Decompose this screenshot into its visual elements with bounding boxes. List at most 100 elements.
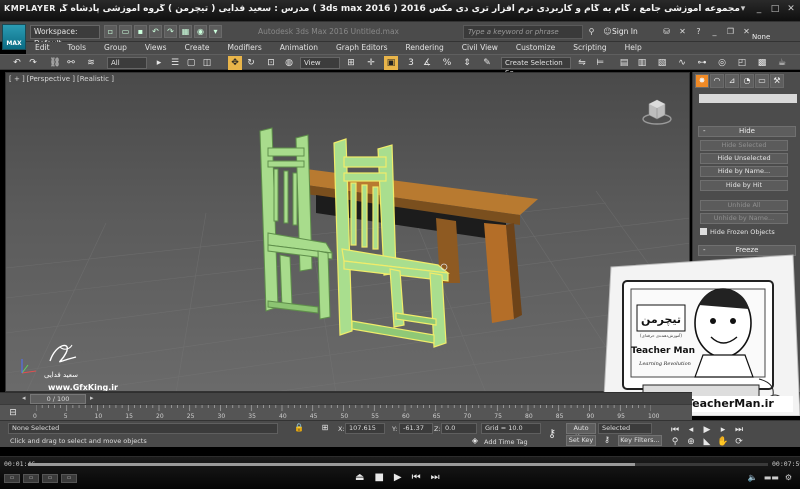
- select-and-move-icon[interactable]: ✥: [228, 56, 242, 70]
- dropdown-icon[interactable]: ▾: [209, 25, 222, 38]
- hide-frozen-checkbox[interactable]: Hide Frozen Objects: [700, 228, 775, 236]
- open-icon[interactable]: ▭: [119, 25, 132, 38]
- mode-button-2[interactable]: ▭: [23, 474, 39, 483]
- utilities-tab-icon[interactable]: ⚒: [770, 74, 784, 88]
- time-slider-thumb[interactable]: 0 / 100: [30, 394, 86, 404]
- viewport-label[interactable]: [ + ] [Perspective ] [Realistic ]: [9, 75, 116, 83]
- close-icon[interactable]: ✕: [786, 4, 796, 14]
- chair-back-model[interactable]: [259, 127, 333, 320]
- display-tab-icon[interactable]: ▭: [755, 74, 769, 88]
- eject-icon[interactable]: ⏏: [355, 472, 364, 484]
- hide-rollout-header[interactable]: - Hide: [698, 126, 796, 137]
- hide-selected-button[interactable]: Hide Selected: [700, 140, 788, 151]
- create-tab-icon[interactable]: ✸: [695, 74, 709, 88]
- menu-rendering[interactable]: Rendering: [396, 42, 452, 54]
- max-app-button[interactable]: MAX: [2, 24, 26, 50]
- unlink-icon[interactable]: ⚯: [64, 56, 78, 70]
- prev-frame-icon[interactable]: ◂: [22, 394, 26, 402]
- project-icon[interactable]: ▦: [179, 25, 192, 38]
- seek-bar[interactable]: [28, 463, 768, 466]
- angle-snap-icon[interactable]: ∡: [420, 56, 434, 70]
- percent-snap-icon[interactable]: %: [440, 56, 454, 70]
- previous-icon[interactable]: ⏮: [412, 472, 421, 484]
- hide-by-name-button[interactable]: Hide by Name...: [700, 166, 788, 177]
- mode-button-1[interactable]: ▭: [4, 474, 20, 483]
- unhide-by-name-button[interactable]: Unhide by Name...: [700, 213, 788, 224]
- workspace-dropdown[interactable]: Workspace: Default: [30, 25, 100, 48]
- key-filter-icon[interactable]: ⚷: [600, 433, 614, 447]
- set-key-button[interactable]: Set Key: [566, 435, 596, 446]
- viewcube-icon[interactable]: [642, 95, 672, 127]
- menu-civil-view[interactable]: Civil View: [453, 42, 507, 54]
- chair-front-model[interactable]: [333, 138, 451, 348]
- add-time-tag-button[interactable]: Add Time Tag: [484, 438, 528, 446]
- mini-curve-editor-icon[interactable]: ⊟: [6, 406, 20, 420]
- select-and-rotate-icon[interactable]: ↻: [244, 56, 258, 70]
- y-coordinate-field[interactable]: -61.37: [399, 423, 433, 434]
- select-and-place-icon[interactable]: ◍: [282, 56, 296, 70]
- align-icon[interactable]: ⊨: [593, 56, 607, 70]
- link-icon[interactable]: ⛓: [48, 56, 62, 70]
- absolute-mode-icon[interactable]: ⊞: [318, 421, 332, 435]
- redo-icon[interactable]: ↷: [26, 56, 40, 70]
- snaps-toggle-icon[interactable]: 3: [404, 56, 418, 70]
- hierarchy-tab-icon[interactable]: ⊿: [725, 74, 739, 88]
- render-production-icon[interactable]: ☕: [775, 56, 789, 70]
- field-of-view-icon[interactable]: ◣: [700, 435, 714, 449]
- motion-tab-icon[interactable]: ◔: [740, 74, 754, 88]
- material-editor-icon[interactable]: ◎: [715, 56, 729, 70]
- menu-tools[interactable]: Tools: [59, 42, 95, 54]
- stop-icon[interactable]: ■: [374, 472, 383, 484]
- selection-filter-dropdown[interactable]: All: [107, 57, 147, 69]
- render-setup-icon[interactable]: ◉: [194, 25, 207, 38]
- restore-icon[interactable]: ❐: [724, 25, 737, 38]
- lock-icon[interactable]: 🔒: [292, 421, 306, 435]
- layer-explorer-icon[interactable]: ▥: [635, 56, 649, 70]
- menu-edit[interactable]: Edit: [26, 42, 59, 54]
- auto-key-button[interactable]: Auto Key: [566, 423, 596, 441]
- new-icon[interactable]: ▫: [104, 25, 117, 38]
- key-filters-button[interactable]: Key Filters...: [618, 435, 662, 446]
- minimize-icon[interactable]: _: [754, 4, 764, 14]
- pivot-center-icon[interactable]: ⊞: [344, 56, 358, 70]
- undo-icon[interactable]: ↶: [149, 25, 162, 38]
- next-icon[interactable]: ⏭: [431, 472, 440, 484]
- next-frame-icon[interactable]: ▸: [90, 394, 94, 402]
- help-icon[interactable]: ?: [692, 25, 705, 38]
- graphite-toolbar-icon[interactable]: ▧: [655, 56, 669, 70]
- redo-icon[interactable]: ↷: [164, 25, 177, 38]
- minimize-icon[interactable]: _: [708, 25, 721, 38]
- unhide-all-button[interactable]: Unhide All: [700, 200, 788, 211]
- menu-graph-editors[interactable]: Graph Editors: [327, 42, 397, 54]
- keyboard-shortcut-override-icon[interactable]: ▣: [384, 56, 398, 70]
- mirror-icon[interactable]: ⇋: [575, 56, 589, 70]
- reference-coordinate-dropdown[interactable]: View: [300, 57, 340, 69]
- menu-customize[interactable]: Customize: [507, 42, 564, 54]
- mode-button-4[interactable]: ▭: [61, 474, 77, 483]
- edit-named-selection-icon[interactable]: ✎: [480, 56, 494, 70]
- hide-by-hit-button[interactable]: Hide by Hit: [700, 180, 788, 191]
- menu-help[interactable]: Help: [616, 42, 651, 54]
- key-icon[interactable]: ⚷: [545, 427, 559, 441]
- time-slider[interactable]: ◂ 0 / 100 ▸: [0, 392, 692, 404]
- mode-button-3[interactable]: ▭: [42, 474, 58, 483]
- track-bar[interactable]: ⊟ 0 5 10 15 20 25 30 35 40 45 50 55 60 65 70 75 80 85 90 95…: [0, 404, 692, 420]
- menu-animation[interactable]: Animation: [271, 42, 327, 54]
- select-by-name-icon[interactable]: ☰: [168, 56, 182, 70]
- menu-create[interactable]: Create: [176, 42, 219, 54]
- select-manipulate-icon[interactable]: ✛: [364, 56, 378, 70]
- pin-icon[interactable]: ▾: [738, 4, 748, 14]
- named-selection-set-dropdown[interactable]: Create Selection Se: [501, 57, 571, 77]
- schematic-view-icon[interactable]: ⊶: [695, 56, 709, 70]
- checkbox-icon[interactable]: [700, 228, 707, 235]
- pan-icon[interactable]: ✋: [716, 435, 730, 449]
- menu-modifiers[interactable]: Modifiers: [219, 42, 271, 54]
- search-input[interactable]: Type a keyword or phrase: [463, 25, 583, 39]
- menu-views[interactable]: Views: [136, 42, 176, 54]
- window-crossing-icon[interactable]: ◫: [200, 56, 214, 70]
- rectangular-selection-icon[interactable]: ▢: [184, 56, 198, 70]
- bind-space-warp-icon[interactable]: ≋: [84, 56, 98, 70]
- undo-icon[interactable]: ↶: [10, 56, 24, 70]
- perspective-viewport[interactable]: [ + ] [Perspective ] [Realistic ] سعید فدا…: [5, 72, 690, 392]
- select-and-scale-icon[interactable]: ⊡: [264, 56, 278, 70]
